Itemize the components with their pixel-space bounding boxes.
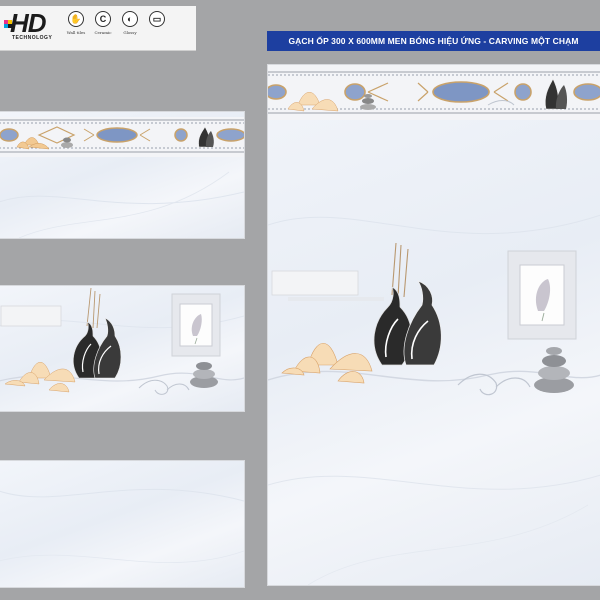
- feature-icons: ✋ Wall tiles C Ceramic ◐ Glossy ▭: [66, 11, 167, 35]
- feature-ceramic: C Ceramic: [93, 11, 113, 35]
- decor-scene: [0, 287, 244, 395]
- logo-text: HD: [10, 8, 47, 38]
- hd-logo: HD TECHNOLOGY: [4, 10, 62, 42]
- wall-preview: [267, 64, 600, 586]
- feature-label: Glossy: [123, 30, 137, 35]
- brand-header: HD TECHNOLOGY ✋ Wall tiles C Ceramic ◐ G…: [0, 6, 196, 51]
- feature-glossy: ◐ Glossy: [120, 11, 140, 35]
- decor-scene: [268, 242, 600, 396]
- tile-border: [0, 111, 245, 239]
- feature-label: Ceramic: [94, 30, 112, 35]
- tile-plain: [0, 460, 245, 588]
- marble-veins: [0, 488, 244, 564]
- decor-border-strip: [0, 117, 244, 157]
- feature-label: Wall tiles: [66, 30, 86, 35]
- product-title: GẠCH ỐP 300 X 600MM MEN BÓNG HIỆU ỨNG - …: [267, 31, 600, 51]
- size-icon: ▭: [149, 11, 165, 27]
- tile-decor: [0, 285, 245, 412]
- hand-icon: ✋: [68, 11, 84, 27]
- decor-border-strip: [268, 65, 600, 120]
- feature-size: ▭: [147, 11, 167, 35]
- ceramic-icon: C: [95, 11, 111, 27]
- feature-wall-tiles: ✋ Wall tiles: [66, 11, 86, 35]
- logo-subtext: TECHNOLOGY: [12, 35, 53, 41]
- glossy-icon: ◐: [122, 11, 138, 27]
